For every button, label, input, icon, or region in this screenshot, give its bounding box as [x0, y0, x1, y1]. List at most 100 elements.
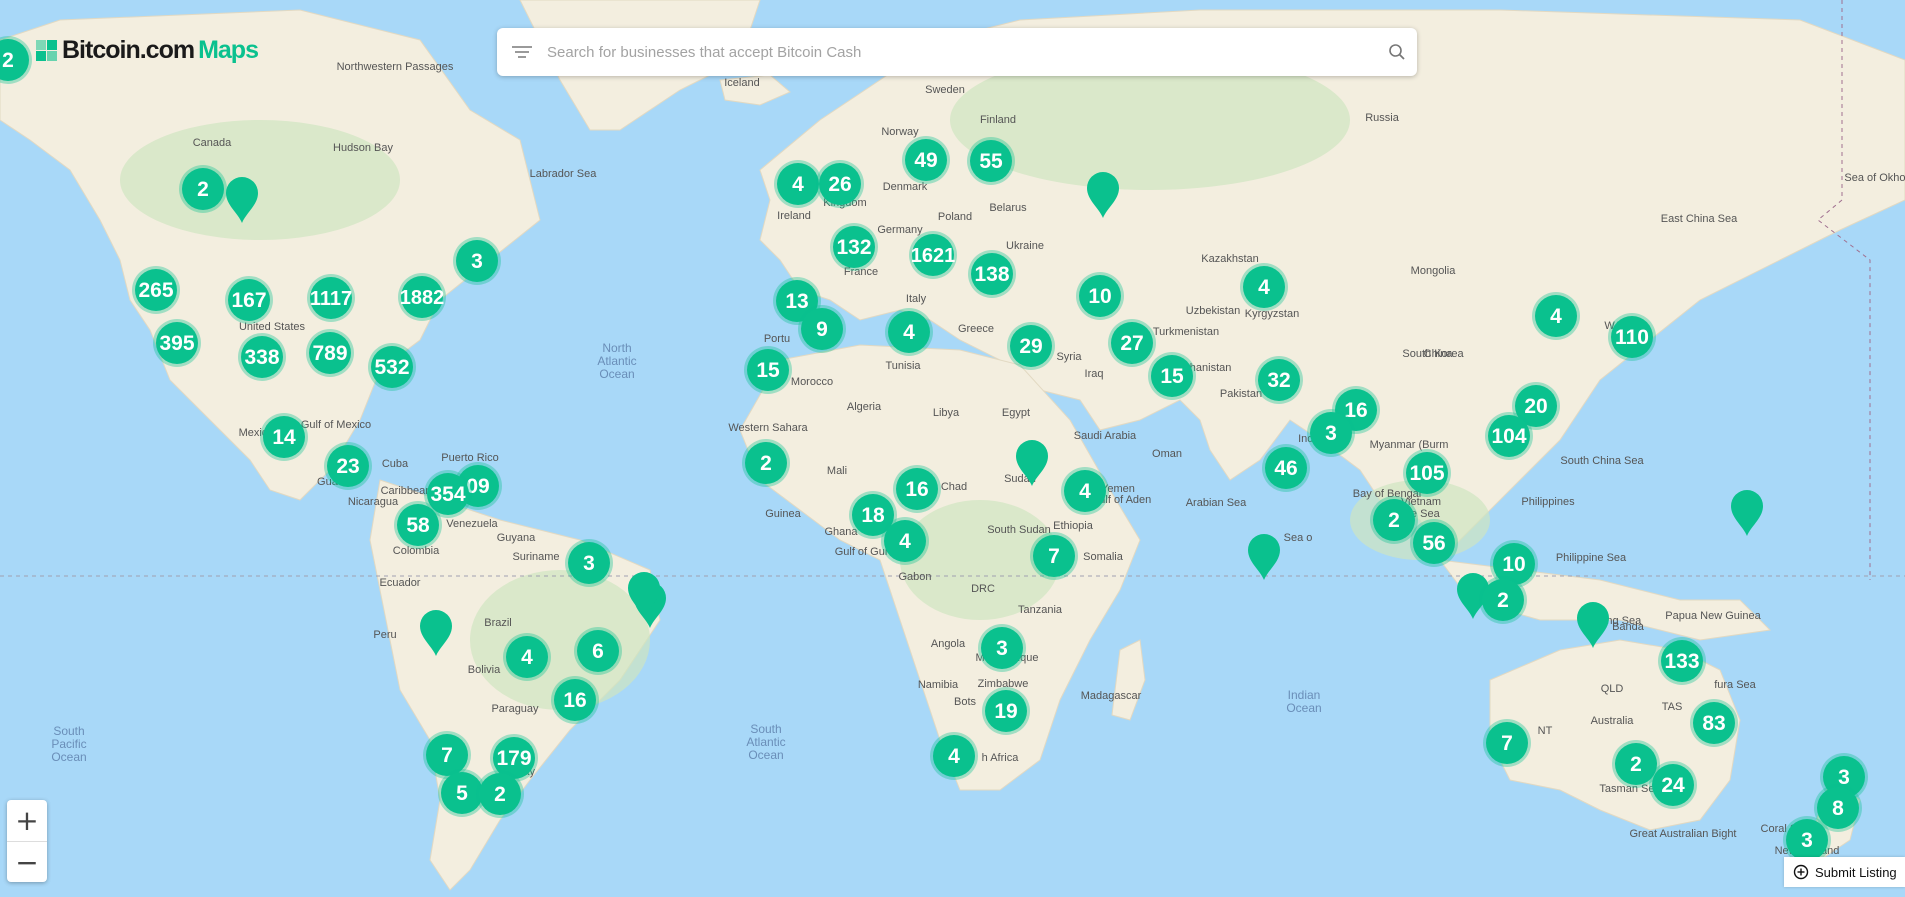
cluster-count: 7	[1048, 545, 1060, 568]
add-circle-icon	[1793, 864, 1809, 880]
marker-cluster[interactable]: 1621	[909, 231, 957, 279]
cluster-count: 132	[836, 236, 871, 259]
marker-cluster[interactable]: 15	[744, 346, 792, 394]
marker-cluster[interactable]: 2	[179, 165, 227, 213]
cluster-count: 15	[1160, 365, 1184, 388]
place-label: Venezuela	[446, 518, 498, 530]
cluster-count: 4	[903, 321, 915, 344]
marker-cluster[interactable]: 49	[902, 136, 950, 184]
marker-cluster[interactable]: 1117	[307, 274, 355, 322]
marker-cluster[interactable]: 58	[394, 501, 442, 549]
place-label: Belarus	[989, 202, 1027, 214]
place-label: Sweden	[925, 84, 965, 96]
cluster-count: 5	[456, 782, 468, 805]
cluster-count: 9	[816, 318, 828, 341]
marker-cluster[interactable]: 133	[1658, 637, 1706, 685]
cluster-count: 789	[312, 342, 347, 365]
marker-cluster[interactable]: 105	[1403, 449, 1451, 497]
marker-cluster[interactable]: 3	[1307, 409, 1355, 457]
marker-cluster[interactable]: 7	[1483, 719, 1531, 767]
marker-cluster[interactable]: 3	[978, 624, 1026, 672]
marker-cluster[interactable]: 4	[881, 517, 929, 565]
place-label: DRC	[971, 583, 995, 595]
marker-cluster[interactable]: 16	[893, 465, 941, 513]
marker-cluster[interactable]: 10	[1076, 272, 1124, 320]
marker-cluster[interactable]: 4	[1240, 263, 1288, 311]
marker-cluster[interactable]: 14	[260, 413, 308, 461]
cluster-count: 4	[1550, 305, 1562, 328]
marker-cluster[interactable]: 27	[1108, 319, 1156, 367]
marker-cluster[interactable]: 46	[1262, 444, 1310, 492]
marker-cluster[interactable]: 26	[816, 160, 864, 208]
cluster-count: 29	[1019, 335, 1042, 358]
marker-cluster[interactable]: 3	[565, 539, 613, 587]
place-label: Caribbean	[381, 485, 432, 497]
marker-cluster[interactable]: 1882	[398, 273, 446, 321]
marker-cluster[interactable]: 789	[306, 329, 354, 377]
marker-cluster[interactable]: 265	[132, 266, 180, 314]
place-label: Kazakhstan	[1201, 253, 1258, 265]
marker-cluster[interactable]: 9	[798, 305, 846, 353]
cluster-count: 2	[1630, 753, 1642, 776]
marker-cluster[interactable]: 532	[368, 343, 416, 391]
place-label: Myanmar (Burm	[1370, 439, 1449, 451]
cluster-count: 2	[1388, 509, 1400, 532]
marker-cluster[interactable]: 2	[476, 770, 524, 818]
marker-cluster[interactable]: 6	[574, 627, 622, 675]
place-label: Suriname	[512, 551, 559, 563]
place-label: Great Australian Bight	[1629, 828, 1736, 840]
filter-icon[interactable]	[511, 46, 533, 58]
marker-cluster[interactable]: 29	[1007, 322, 1055, 370]
marker-cluster[interactable]: 15	[1148, 352, 1196, 400]
cluster-count: 20	[1524, 395, 1547, 418]
place-label: Guyana	[497, 532, 536, 544]
marker-cluster[interactable]: 3	[453, 237, 501, 285]
marker-cluster[interactable]: 24	[1649, 761, 1697, 809]
cluster-count: 83	[1702, 712, 1725, 735]
cluster-count: 4	[899, 530, 911, 553]
search-input[interactable]	[545, 42, 1377, 62]
bitcoin-com-maps-logo[interactable]: Bitcoin.com Maps	[36, 36, 259, 65]
marker-cluster[interactable]: 55	[967, 137, 1015, 185]
marker-cluster[interactable]: 395	[153, 319, 201, 367]
place-label: Arabian Sea	[1186, 497, 1247, 509]
marker-cluster[interactable]: 4	[774, 160, 822, 208]
marker-cluster[interactable]: 4	[885, 308, 933, 356]
marker-cluster[interactable]: 19	[982, 687, 1030, 735]
marker-cluster[interactable]: 56	[1410, 519, 1458, 567]
marker-cluster[interactable]: 110	[1608, 313, 1656, 361]
place-label: Labrador Sea	[530, 168, 598, 180]
marker-cluster[interactable]: 4	[1061, 467, 1109, 515]
marker-cluster[interactable]: 32	[1255, 356, 1303, 404]
place-label: Iraq	[1085, 368, 1104, 380]
marker-cluster[interactable]: 132	[830, 223, 878, 271]
place-label: Sea of Okhotsk	[1844, 172, 1905, 184]
marker-cluster[interactable]: 167	[225, 276, 273, 324]
cluster-count: 338	[244, 346, 279, 369]
place-label: QLD	[1601, 683, 1624, 695]
marker-cluster[interactable]: 23	[324, 442, 372, 490]
marker-cluster[interactable]: 2	[1479, 576, 1527, 624]
marker-cluster[interactable]: 4	[1532, 292, 1580, 340]
marker-cluster[interactable]: 16	[551, 676, 599, 724]
marker-cluster[interactable]: 83	[1690, 699, 1738, 747]
marker-cluster[interactable]: 7	[1030, 532, 1078, 580]
place-label: Ecuador	[380, 577, 421, 589]
cluster-count: 6	[592, 640, 604, 663]
zoom-in-button[interactable]: +	[7, 800, 47, 842]
marker-cluster[interactable]: 2	[742, 439, 790, 487]
marker-cluster[interactable]: 4	[930, 732, 978, 780]
cluster-count: 1882	[400, 287, 445, 309]
zoom-out-button[interactable]: −	[7, 842, 47, 883]
marker-cluster[interactable]: 104	[1485, 412, 1533, 460]
world-map[interactable]: CanadaUnited StatesNorthwestern Passages…	[0, 0, 1905, 897]
place-label: Peru	[373, 629, 396, 641]
place-label: Chad	[941, 481, 967, 493]
marker-cluster[interactable]: 4	[503, 633, 551, 681]
submit-listing-button[interactable]: Submit Listing	[1784, 857, 1905, 887]
marker-cluster[interactable]: 138	[968, 250, 1016, 298]
marker-cluster[interactable]: 2	[1370, 496, 1418, 544]
search-icon[interactable]	[1377, 43, 1417, 61]
cluster-count: 4	[521, 646, 533, 669]
marker-cluster[interactable]: 338	[238, 333, 286, 381]
